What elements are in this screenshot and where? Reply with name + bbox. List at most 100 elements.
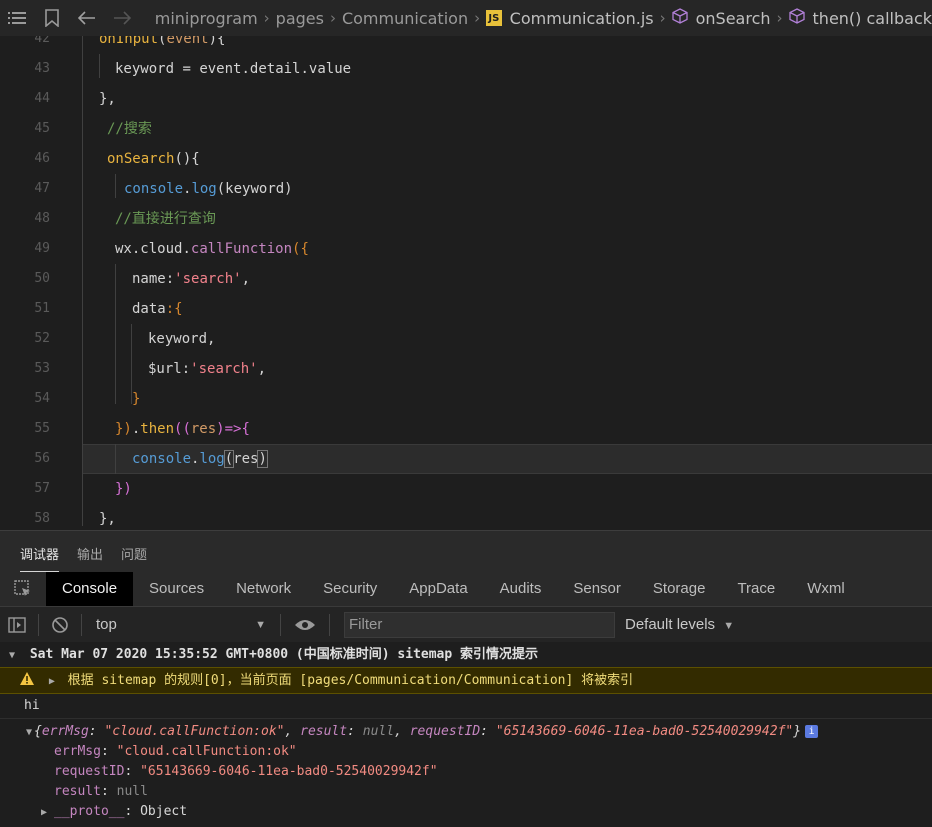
- expanded-triangle-icon[interactable]: ▼: [6, 643, 18, 668]
- console-warning-row[interactable]: ▶ 根据 sitemap 的规则[0]，当前页面 [pages/Communic…: [0, 667, 932, 694]
- tab-network[interactable]: Network: [220, 572, 307, 606]
- context-selector[interactable]: top ▼: [86, 616, 276, 633]
- object-value: "65143669-6046-11ea-bad0-52540029942f": [495, 724, 794, 739]
- code-text: }).then((res)=>{: [115, 414, 250, 444]
- breadcrumb-item-callback[interactable]: then() callback: [813, 9, 932, 28]
- code-token: }): [115, 421, 132, 437]
- tab-storage[interactable]: Storage: [637, 572, 722, 606]
- tab-trace[interactable]: Trace: [721, 572, 791, 606]
- code-line[interactable]: 45 //搜索: [0, 114, 932, 144]
- log-levels-label: Default levels: [625, 616, 716, 633]
- code-token: //搜索: [107, 121, 152, 137]
- code-token: }: [132, 391, 141, 407]
- code-text: },: [99, 504, 116, 526]
- code-text: console.log(res): [132, 444, 268, 474]
- line-number: 56: [34, 451, 50, 466]
- code-line[interactable]: 57}): [0, 474, 932, 504]
- code-line[interactable]: 54}: [0, 384, 932, 414]
- code-text: }): [115, 474, 132, 504]
- collapsed-triangle-icon[interactable]: ▶: [38, 803, 50, 823]
- tab-audits[interactable]: Audits: [484, 572, 558, 606]
- tab-wxml[interactable]: Wxml: [791, 572, 861, 606]
- tab-sensor[interactable]: Sensor: [557, 572, 637, 606]
- expanded-triangle-icon[interactable]: ▼: [24, 723, 34, 743]
- object-value: "cloud.callFunction:ok": [104, 724, 285, 739]
- tab-output[interactable]: 输出: [77, 544, 103, 573]
- code-line[interactable]: 53 $url:'search',: [0, 354, 932, 384]
- bookmark-icon[interactable]: [37, 9, 66, 27]
- group-header-text: Sat Mar 07 2020 15:35:52 GMT+0800 (中国标准时…: [29, 647, 539, 662]
- breadcrumb-item-miniprogram[interactable]: miniprogram: [155, 9, 258, 28]
- filter-input[interactable]: Filter: [344, 611, 615, 638]
- clear-console-icon[interactable]: [43, 608, 77, 642]
- collapsed-triangle-icon[interactable]: ▶: [46, 669, 58, 694]
- code-line[interactable]: 52 keyword,: [0, 324, 932, 354]
- code-line[interactable]: 43 keyword = event.detail.value: [0, 54, 932, 84]
- dropdown-arrow-icon: ▼: [723, 620, 735, 632]
- code-token: )=>{: [216, 421, 250, 437]
- code-token: then: [140, 421, 175, 437]
- code-text: wx.cloud.callFunction({: [115, 234, 309, 264]
- divider: [38, 613, 39, 636]
- property-key: result: [54, 784, 101, 799]
- tab-security[interactable]: Security: [307, 572, 393, 606]
- menu-icon[interactable]: [2, 11, 31, 25]
- tab-appdata[interactable]: AppData: [393, 572, 483, 606]
- breadcrumb-item-file[interactable]: Communication.js: [510, 9, 654, 28]
- property-value: Object: [140, 804, 188, 819]
- code-editor[interactable]: 42 onInput(event){43 keyword = event.detai…: [0, 36, 932, 526]
- property-key: __proto__: [54, 804, 125, 819]
- tab-problems[interactable]: 问题: [121, 544, 147, 573]
- code-token: (: [223, 450, 235, 468]
- forward-arrow-icon[interactable]: [108, 11, 137, 25]
- object-value: null: [362, 724, 395, 739]
- code-line[interactable]: 50 name:'search',: [0, 264, 932, 294]
- property-value: "65143669-6046-11ea-bad0-52540029942f": [140, 764, 438, 779]
- warning-icon: [20, 672, 42, 688]
- inspect-element-icon[interactable]: [0, 572, 46, 606]
- code-line[interactable]: 51 data:{: [0, 294, 932, 324]
- code-line[interactable]: 56 console.log(res): [0, 444, 932, 474]
- code-line[interactable]: 58},: [0, 504, 932, 526]
- code-token: detail: [249, 61, 301, 77]
- chevron-right-icon: ›: [263, 9, 270, 27]
- code-line[interactable]: 48 //直接进行查询: [0, 204, 932, 234]
- toggle-sidebar-icon[interactable]: [0, 608, 34, 642]
- code-token: name: [132, 271, 166, 287]
- code-text: name:'search',: [132, 264, 250, 294]
- divider: [280, 613, 281, 636]
- line-number: 50: [34, 271, 50, 286]
- console-object-summary[interactable]: ▼ {errMsg: "cloud.callFunction:ok", resul…: [0, 722, 932, 742]
- code-token: res: [190, 421, 217, 437]
- code-token: event: [199, 61, 242, 77]
- console-group-header[interactable]: ▼ Sat Mar 07 2020 15:35:52 GMT+0800 (中国标…: [0, 642, 932, 668]
- eye-icon[interactable]: [285, 608, 325, 642]
- line-number: 45: [34, 121, 50, 136]
- back-arrow-icon[interactable]: [72, 11, 101, 25]
- code-token: onSearch: [107, 151, 175, 167]
- code-line[interactable]: 46 onSearch(){: [0, 144, 932, 174]
- code-line[interactable]: 49 wx.cloud.callFunction({: [0, 234, 932, 264]
- tab-debugger[interactable]: 调试器: [20, 544, 60, 573]
- code-token: console: [124, 181, 184, 197]
- log-levels-dropdown[interactable]: Default levels ▼: [625, 616, 734, 633]
- tab-sources[interactable]: Sources: [133, 572, 220, 606]
- info-icon[interactable]: i: [805, 725, 819, 738]
- code-line[interactable]: 47 console.log(keyword): [0, 174, 932, 204]
- code-line[interactable]: 42 onInput(event){: [0, 36, 932, 54]
- code-token: ,: [241, 271, 251, 287]
- object-proto-row[interactable]: ▶ __proto__: Object: [0, 802, 932, 822]
- method-cube-icon: [788, 8, 805, 28]
- code-text: keyword,: [148, 324, 215, 354]
- breadcrumb-item-pages[interactable]: pages: [276, 9, 324, 28]
- code-token: ){: [208, 36, 226, 47]
- breadcrumb-item-onsearch[interactable]: onSearch: [696, 9, 771, 28]
- code-line[interactable]: 55}).then((res)=>{: [0, 414, 932, 444]
- object-key: requestID: [409, 724, 481, 739]
- code-line[interactable]: 44},: [0, 84, 932, 114]
- line-number: 43: [34, 61, 50, 76]
- line-number: 58: [34, 511, 50, 526]
- code-token: =: [174, 61, 200, 77]
- tab-console[interactable]: Console: [46, 572, 134, 606]
- breadcrumb-item-communication[interactable]: Communication: [342, 9, 468, 28]
